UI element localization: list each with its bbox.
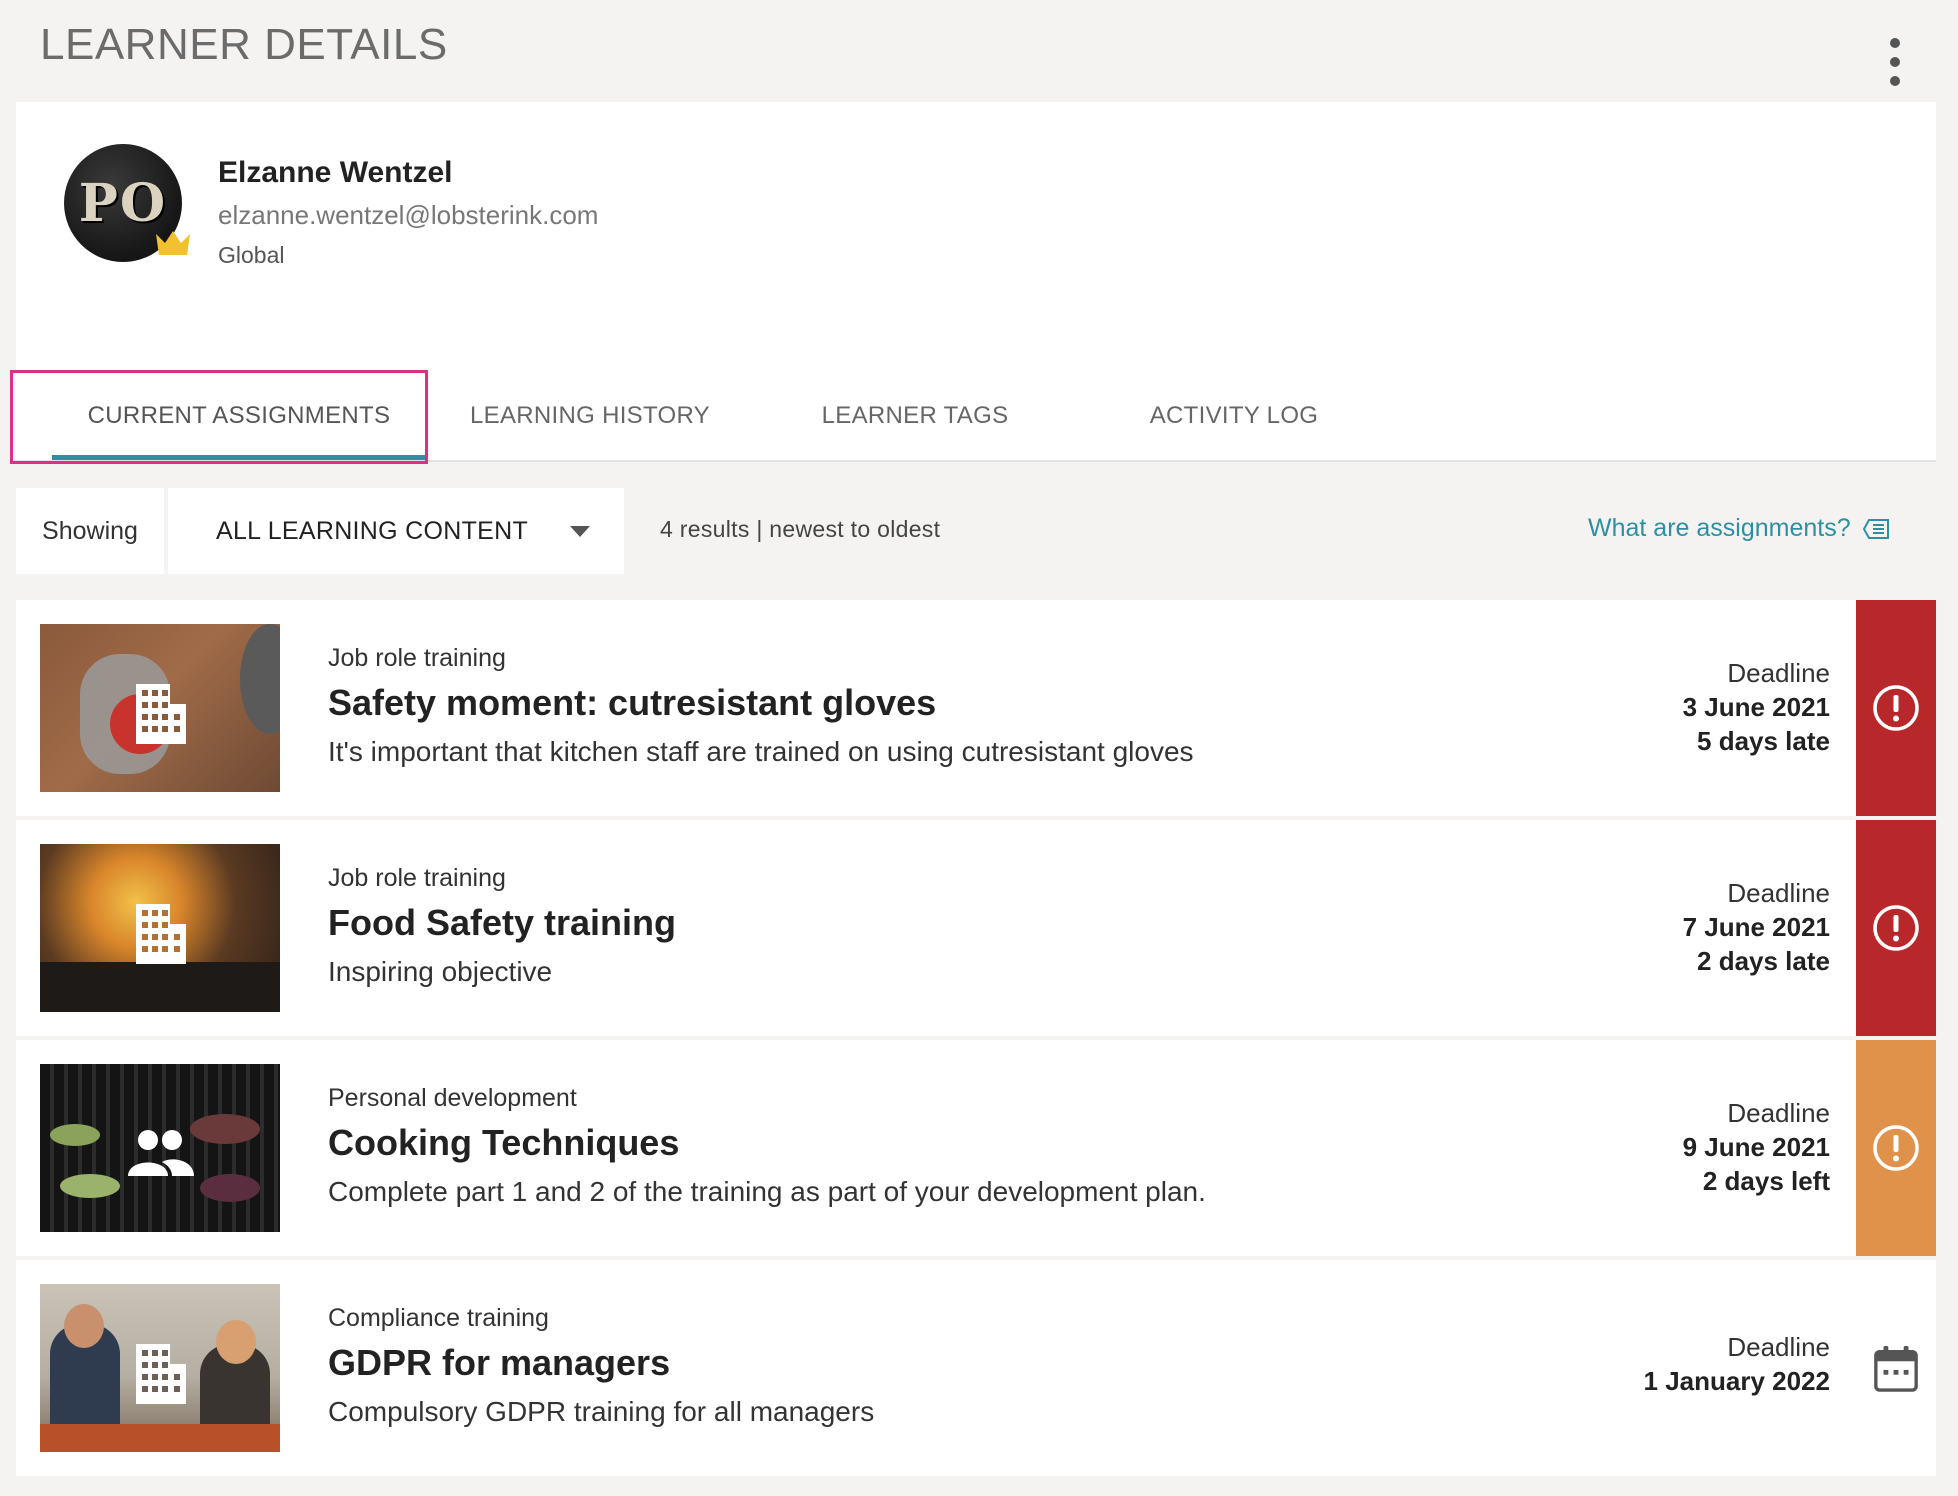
more-options-icon[interactable] bbox=[1880, 38, 1910, 86]
assignment-thumbnail bbox=[40, 844, 280, 1012]
deadline-status: 2 days late bbox=[1697, 946, 1830, 976]
status-overdue bbox=[1856, 820, 1936, 1036]
assignment-thumbnail bbox=[40, 1284, 280, 1452]
avatar-initials: PO bbox=[78, 172, 168, 234]
learner-region: Global bbox=[218, 242, 285, 268]
tab-current-assignments[interactable]: CURRENT ASSIGNMENTS bbox=[52, 372, 426, 460]
tab-bar: CURRENT ASSIGNMENTS LEARNING HISTORY LEA… bbox=[16, 372, 1936, 462]
assignment-description: Compulsory GDPR training for all manager… bbox=[328, 1396, 875, 1427]
crown-icon bbox=[156, 231, 190, 255]
tab-learning-history[interactable]: LEARNING HISTORY bbox=[436, 372, 744, 460]
assignment-deadline: Deadline 1 January 2022 bbox=[1644, 1330, 1830, 1398]
assignment-description: It's important that kitchen staff are tr… bbox=[328, 736, 1194, 767]
results-summary: 4 results | newest to oldest bbox=[660, 516, 941, 542]
deadline-status: 2 days left bbox=[1702, 1166, 1830, 1196]
assignment-deadline: Deadline 9 June 2021 2 days left bbox=[1683, 1096, 1830, 1198]
building-icon bbox=[136, 1344, 186, 1404]
assignment-category: Compliance training bbox=[328, 1304, 549, 1332]
showing-label: Showing bbox=[16, 488, 164, 574]
deadline-label: Deadline bbox=[1727, 878, 1830, 908]
content-filter-select[interactable]: ALL LEARNING CONTENT bbox=[168, 488, 624, 574]
status-overdue bbox=[1856, 600, 1936, 816]
page-title: LEARNER DETAILS bbox=[40, 20, 448, 69]
tab-learner-tags[interactable]: LEARNER TAGS bbox=[790, 372, 1040, 460]
assignment-description: Complete part 1 and 2 of the training as… bbox=[328, 1176, 1206, 1207]
deadline-status: 5 days late bbox=[1697, 726, 1830, 756]
assignment-deadline: Deadline 3 June 2021 5 days late bbox=[1683, 656, 1830, 758]
deadline-date: 1 January 2022 bbox=[1643, 1366, 1830, 1396]
deadline-date: 7 June 2021 bbox=[1682, 912, 1830, 942]
content-filter-value: ALL LEARNING CONTENT bbox=[216, 516, 529, 545]
assignment-row[interactable]: Job role training Safety moment: cutresi… bbox=[16, 600, 1936, 816]
people-icon bbox=[128, 1130, 194, 1176]
assignment-row[interactable]: Personal development Cooking Techniques … bbox=[16, 1040, 1936, 1256]
assignment-row[interactable]: Compliance training GDPR for managers Co… bbox=[16, 1260, 1936, 1476]
assignment-title[interactable]: Food Safety training bbox=[328, 902, 676, 944]
learner-email: elzanne.wentzel@lobsterink.com bbox=[218, 200, 599, 230]
deadline-label: Deadline bbox=[1727, 658, 1830, 688]
alert-circle-icon bbox=[1873, 905, 1919, 951]
deadline-date: 9 June 2021 bbox=[1682, 1132, 1830, 1162]
alert-circle-icon bbox=[1873, 1125, 1919, 1171]
assignment-category: Personal development bbox=[328, 1084, 577, 1112]
status-scheduled bbox=[1856, 1260, 1936, 1476]
alert-circle-icon bbox=[1873, 685, 1919, 731]
assignment-title[interactable]: Safety moment: cutresistant gloves bbox=[328, 682, 936, 724]
assignment-category: Job role training bbox=[328, 864, 506, 892]
assignment-category: Job role training bbox=[328, 644, 506, 672]
deadline-date: 3 June 2021 bbox=[1682, 692, 1830, 722]
building-icon bbox=[136, 904, 186, 964]
chevron-down-icon bbox=[570, 526, 590, 537]
assignment-title[interactable]: GDPR for managers bbox=[328, 1342, 670, 1384]
calendar-icon bbox=[1874, 1345, 1918, 1392]
building-icon bbox=[136, 684, 186, 744]
learner-name: Elzanne Wentzel bbox=[218, 156, 453, 189]
deadline-label: Deadline bbox=[1727, 1098, 1830, 1128]
help-link-label: What are assignments? bbox=[1588, 514, 1851, 542]
what-are-assignments-link[interactable]: What are assignments? bbox=[1588, 514, 1891, 543]
deadline-label: Deadline bbox=[1727, 1332, 1830, 1362]
assignment-thumbnail bbox=[40, 624, 280, 792]
assignment-description: Inspiring objective bbox=[328, 956, 553, 987]
assignment-title[interactable]: Cooking Techniques bbox=[328, 1122, 679, 1164]
tab-activity-log[interactable]: ACTIVITY LOG bbox=[1120, 372, 1348, 460]
assignment-deadline: Deadline 7 June 2021 2 days late bbox=[1683, 876, 1830, 978]
assignment-row[interactable]: Job role training Food Safety training I… bbox=[16, 820, 1936, 1036]
assignment-thumbnail bbox=[40, 1064, 280, 1232]
list-info-icon bbox=[1862, 518, 1889, 539]
status-due-soon bbox=[1856, 1040, 1936, 1256]
